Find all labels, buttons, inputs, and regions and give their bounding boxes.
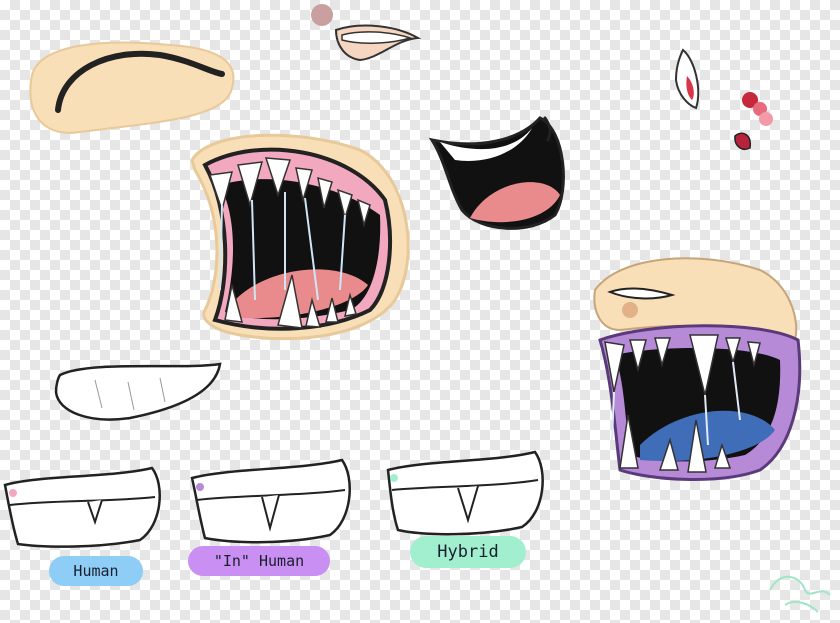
hybrid-teeth-drawing bbox=[386, 450, 544, 536]
neutral-mouth-drawing bbox=[54, 362, 222, 421]
human-teeth-drawing bbox=[3, 466, 161, 548]
human-label: Human bbox=[49, 556, 143, 586]
hybrid-label: Hybrid bbox=[410, 536, 526, 568]
purple-fanged-mouth-drawing bbox=[593, 257, 802, 481]
mouth-sketch-canvas bbox=[3, 4, 831, 613]
inhuman-teeth-drawing bbox=[190, 458, 351, 544]
laughing-mouth-drawing bbox=[428, 116, 565, 230]
tiny-mouth-drawing bbox=[674, 48, 773, 150]
inhuman-label: "In" Human bbox=[188, 546, 330, 576]
closed-lips-drawing bbox=[29, 41, 235, 134]
artist-signature bbox=[769, 575, 831, 613]
small-smile-drawing bbox=[311, 4, 422, 62]
pink-fanged-mouth-drawing bbox=[190, 133, 410, 341]
